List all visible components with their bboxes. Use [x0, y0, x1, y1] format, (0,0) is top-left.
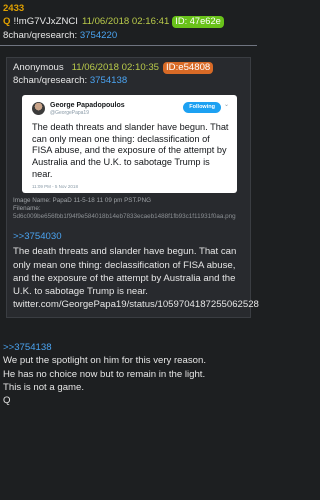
quoted-id-badge[interactable]: ID:e54808 — [163, 61, 214, 74]
filename-value: 5d6c009be656fbb1f94f9e584018b14eb7833eca… — [13, 213, 236, 221]
tweet-header: George Papadopoulos @GeorgePapa19 Follow… — [32, 101, 229, 116]
quoted-post-header: Anonymous 11/06/2018 02:10:35 ID:e54808 — [13, 61, 244, 74]
quoted-reply-link[interactable]: >>3754030 — [13, 231, 244, 243]
reply-line: We put the spotlight on him for this ver… — [3, 355, 206, 367]
reply-body: We put the spotlight on him for this ver… — [0, 354, 257, 407]
quoted-post: Anonymous 11/06/2018 02:10:35 ID:e54808 … — [6, 56, 259, 319]
post-header: Q !!mG7VJxZNCI 11/06/2018 02:16:41 ID: 4… — [0, 15, 257, 28]
post-link[interactable]: 3754220 — [80, 30, 117, 41]
tweet-author-handle: @GeorgePapa19 — [50, 109, 89, 116]
following-button: Following — [183, 101, 221, 113]
reply-line: He has no choice now but to remain in th… — [3, 368, 206, 380]
avatar — [32, 101, 45, 115]
tweet-author-name: George Papadopoulos — [50, 101, 125, 109]
post-number: 2433 — [3, 3, 25, 14]
tweet-timestamp: 11:09 PM - 5 Nov 2018 — [32, 183, 78, 189]
filename-label: Filename: — [13, 204, 41, 212]
tweet-text: The death threats and slander have begun… — [32, 121, 229, 179]
chevron-down-icon: ⌄ — [223, 101, 229, 108]
tweet-screenshot[interactable]: George Papadopoulos @GeorgePapa19 Follow… — [22, 94, 237, 193]
reply-line: This is not a game. — [3, 381, 85, 393]
image-name: Image Name: PapaD 11-5-18 11 09 pm PST.P… — [13, 196, 152, 204]
post-datetime: 11/06/2018 02:16:41 — [81, 15, 170, 27]
quoted-board-name: 8chan/qresearch: — [13, 74, 88, 86]
tripcode: !!mG7VJxZNCI — [13, 15, 78, 27]
quoted-datetime: 11/06/2018 02:10:35 — [71, 61, 159, 73]
board-name: 8chan/qresearch: — [3, 29, 78, 41]
file-info: Image Name: PapaD 11-5-18 11 09 pm PST.P… — [13, 197, 244, 222]
quoted-post-link[interactable]: 3754138 — [90, 75, 127, 86]
quoted-author: Anonymous — [13, 61, 64, 73]
q-author-icon: Q — [3, 15, 11, 27]
quoted-board-line: 8chan/qresearch: 3754138 — [13, 75, 244, 87]
quoted-body-text: The death threats and slander have begun… — [13, 246, 259, 311]
reply-link[interactable]: >>3754138 — [0, 342, 257, 354]
reply-signature: Q — [3, 395, 11, 407]
board-line: 8chan/qresearch: 3754220 — [0, 28, 257, 46]
poster-id-badge[interactable]: ID: 47e62e — [172, 16, 224, 28]
